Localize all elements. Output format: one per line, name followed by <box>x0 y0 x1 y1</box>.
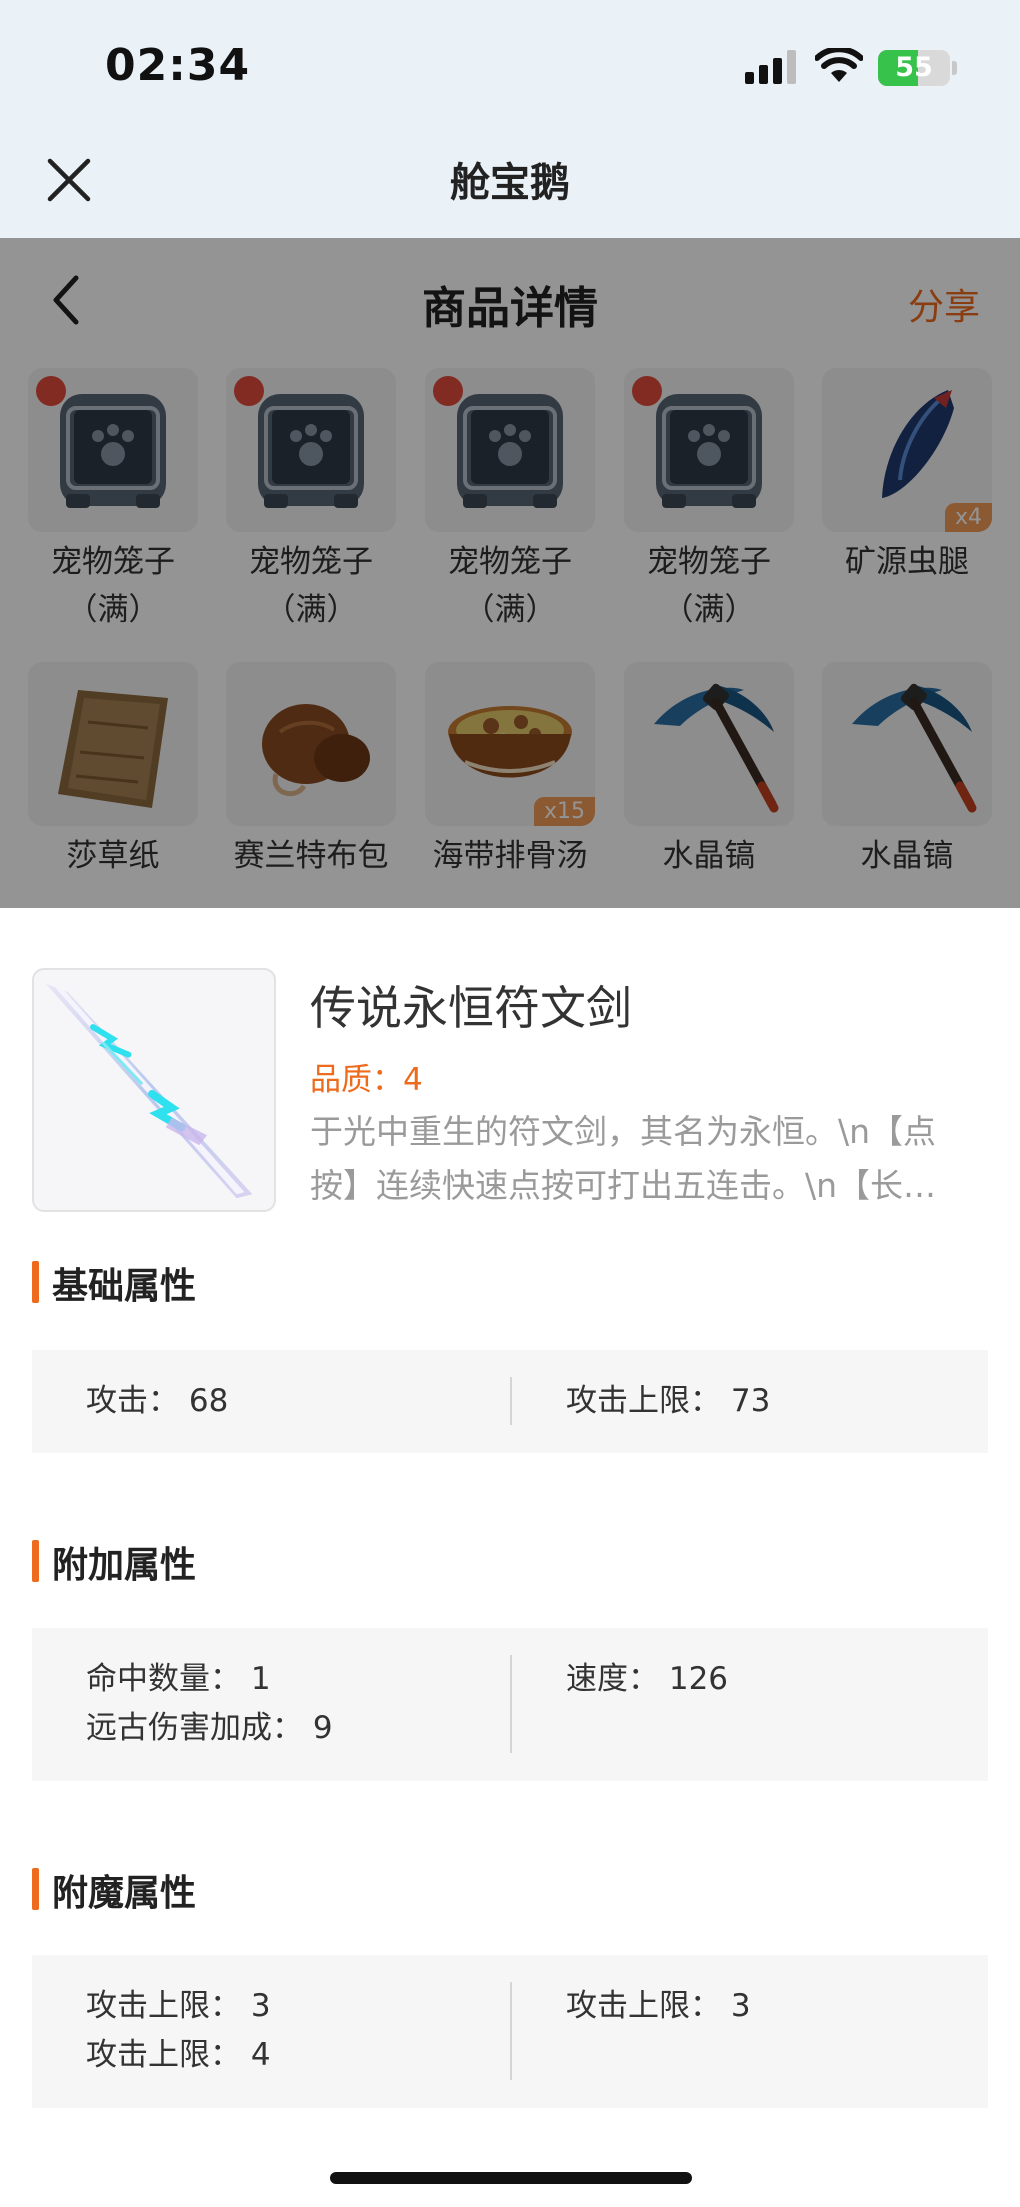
extra-attributes-left: 命中数量： 1 远古伤害加成： 9 <box>86 1655 333 1753</box>
modal-overlay[interactable] <box>0 238 1020 908</box>
cellular-signal-icon <box>745 50 796 84</box>
item-description-line: 于光中重生的符文剑，其名为永恒。\n【点 <box>310 1112 937 1151</box>
battery-icon: 55 <box>878 50 950 86</box>
home-indicator[interactable] <box>330 2172 692 2184</box>
enchant-attributes-right: 攻击上限： 3 <box>566 1982 751 2031</box>
enchant-attributes-box: 攻击上限： 3 攻击上限： 4 攻击上限： 3 <box>32 1955 988 2108</box>
item-description-line: 按】连续快速点按可打出五连击。\n【长… <box>310 1166 937 1205</box>
app-title: 舱宝鹅 <box>450 160 570 206</box>
attribute-row: 攻击上限： 3 <box>566 1988 751 2024</box>
column-divider <box>510 1982 512 2080</box>
section-title-basic: 基础属性 <box>32 1257 196 1309</box>
item-title: 传说永恒符文剑 <box>310 981 632 1035</box>
attribute-row: 攻击： 68 <box>86 1383 229 1419</box>
column-divider <box>510 1377 512 1425</box>
basic-attributes-box: 攻击： 68 攻击上限： 73 <box>32 1350 988 1453</box>
status-time: 02:34 <box>105 40 251 91</box>
basic-attributes-left: 攻击： 68 <box>86 1377 228 1426</box>
item-quality: 品质：4 <box>310 1062 423 1098</box>
rune-sword-icon <box>45 983 253 1199</box>
attribute-row: 速度： 126 <box>566 1661 729 1697</box>
battery-level-text: 55 <box>895 52 933 83</box>
basic-attributes-right: 攻击上限： 73 <box>566 1377 770 1426</box>
item-description: 于光中重生的符文剑，其名为永恒。\n【点 按】连续快速点按可打出五连击。\n【长… <box>310 1105 990 1213</box>
attribute-row: 攻击上限： 3 <box>86 1988 271 2024</box>
extra-attributes-right: 速度： 126 <box>566 1655 728 1704</box>
item-image <box>32 968 276 1212</box>
attribute-row: 攻击上限： 73 <box>566 1383 771 1419</box>
attribute-row: 远古伤害加成： 9 <box>86 1710 333 1746</box>
attribute-row: 攻击上限： 4 <box>86 2037 271 2073</box>
battery-cap <box>952 61 957 75</box>
enchant-attributes-left: 攻击上限： 3 攻击上限： 4 <box>86 1982 271 2080</box>
extra-attributes-box: 命中数量： 1 远古伤害加成： 9 速度： 126 <box>32 1628 988 1781</box>
attribute-row: 命中数量： 1 <box>86 1661 271 1697</box>
section-title-enchant: 附魔属性 <box>32 1864 196 1916</box>
wifi-icon <box>815 48 863 82</box>
section-title-extra: 附加属性 <box>32 1536 196 1588</box>
column-divider <box>510 1655 512 1753</box>
